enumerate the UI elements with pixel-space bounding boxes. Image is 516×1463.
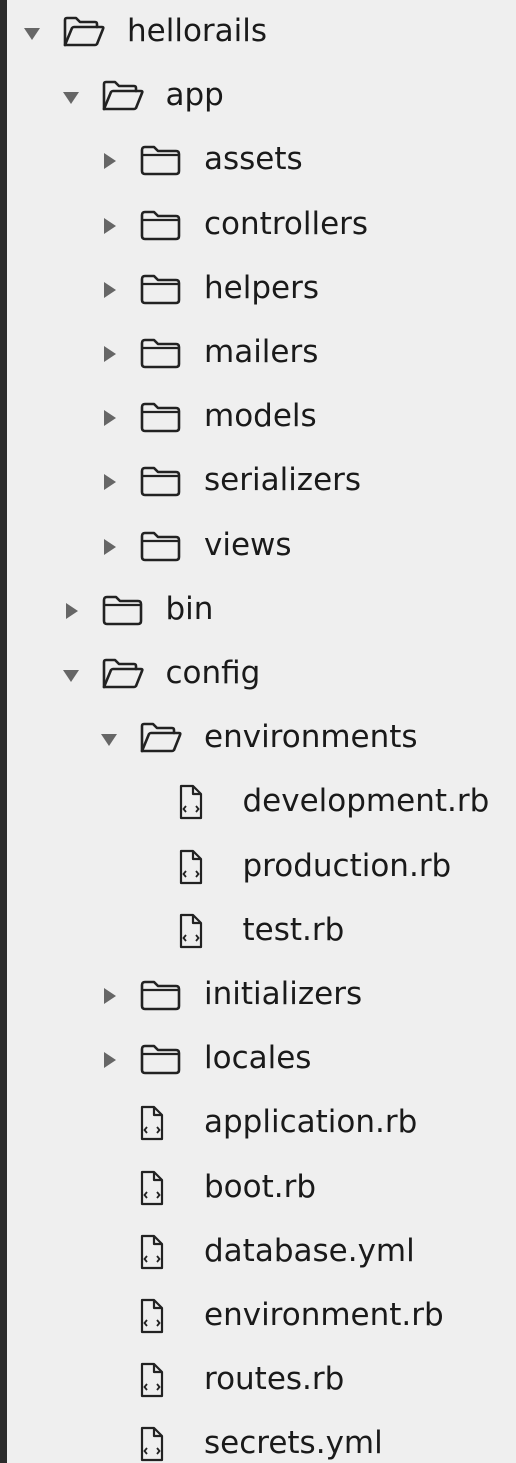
disclosure-collapsed-icon[interactable] xyxy=(98,150,120,172)
folder-item-controllers[interactable]: controllers xyxy=(7,193,516,257)
item-label: database.yml xyxy=(204,1232,415,1269)
folder-icon xyxy=(139,528,183,564)
disclosure-collapsed-icon[interactable] xyxy=(98,407,120,429)
folder-item-assets[interactable]: assets xyxy=(7,128,516,192)
folder-item-app[interactable]: app xyxy=(7,64,516,128)
source-file-icon xyxy=(178,848,204,886)
item-label: mailers xyxy=(204,334,319,370)
project-navigator: hellorails app assets controllers helpers mai… xyxy=(7,0,516,1463)
item-label: app xyxy=(165,77,224,114)
item-label: bin xyxy=(165,590,214,627)
item-label: controllers xyxy=(204,205,369,242)
folder-item-hellorails[interactable]: hellorails xyxy=(7,0,516,64)
disclosure-collapsed-icon[interactable] xyxy=(98,536,120,558)
item-label: assets xyxy=(204,141,303,178)
item-label: locales xyxy=(204,1040,312,1077)
disclosure-collapsed-icon[interactable] xyxy=(98,215,120,237)
source-file-icon xyxy=(139,1104,165,1142)
folder-icon xyxy=(139,977,183,1013)
file-item-environment-rb[interactable]: environment.rb xyxy=(7,1284,516,1348)
source-file-icon xyxy=(178,783,204,821)
item-label: initializers xyxy=(204,976,363,1012)
file-item-secrets-yml[interactable]: secrets.yml xyxy=(7,1412,516,1463)
folder-item-models[interactable]: models xyxy=(7,385,516,449)
disclosure-collapsed-icon[interactable] xyxy=(98,1049,120,1071)
file-item-boot-rb[interactable]: boot.rb xyxy=(7,1156,516,1220)
disclosure-collapsed-icon[interactable] xyxy=(98,343,120,365)
item-label: helpers xyxy=(204,269,319,306)
disclosure-collapsed-icon[interactable] xyxy=(98,471,120,493)
folder-icon xyxy=(139,463,183,499)
disclosure-expanded-icon[interactable] xyxy=(98,728,120,750)
folder-icon xyxy=(139,271,183,307)
item-label: config xyxy=(165,655,261,691)
disclosure-collapsed-icon[interactable] xyxy=(98,279,120,301)
folder-icon xyxy=(139,142,183,178)
folder-item-locales[interactable]: locales xyxy=(7,1027,516,1091)
source-file-icon xyxy=(178,912,204,950)
source-file-icon xyxy=(139,1297,165,1335)
folder-icon xyxy=(139,335,183,371)
disclosure-collapsed-icon[interactable] xyxy=(60,600,82,622)
file-item-development-rb[interactable]: development.rb xyxy=(7,770,516,834)
source-file-icon xyxy=(139,1425,165,1463)
item-label: boot.rb xyxy=(204,1168,317,1205)
item-label: routes.rb xyxy=(204,1361,345,1398)
folder-item-mailers[interactable]: mailers xyxy=(7,321,516,385)
item-label: environments xyxy=(204,719,418,756)
file-item-production-rb[interactable]: production.rb xyxy=(7,835,516,899)
folder-open-icon xyxy=(101,78,145,114)
file-item-database-yml[interactable]: database.yml xyxy=(7,1220,516,1284)
item-label: models xyxy=(204,398,317,435)
item-label: production.rb xyxy=(242,847,452,884)
folder-item-config[interactable]: config xyxy=(7,642,516,706)
folder-icon xyxy=(101,592,145,628)
folder-item-helpers[interactable]: helpers xyxy=(7,257,516,321)
folder-item-views[interactable]: views xyxy=(7,514,516,578)
folder-item-bin[interactable]: bin xyxy=(7,578,516,642)
disclosure-expanded-icon[interactable] xyxy=(60,664,82,686)
folder-item-initializers[interactable]: initializers xyxy=(7,963,516,1027)
disclosure-expanded-icon[interactable] xyxy=(60,86,82,108)
item-label: serializers xyxy=(204,462,362,499)
item-label: development.rb xyxy=(242,783,490,820)
folder-item-environments[interactable]: environments xyxy=(7,706,516,770)
item-label: hellorails xyxy=(127,13,268,49)
item-label: application.rb xyxy=(204,1104,418,1141)
disclosure-expanded-icon[interactable] xyxy=(21,22,43,44)
item-label: secrets.yml xyxy=(204,1425,383,1462)
item-label: environment.rb xyxy=(204,1297,444,1333)
folder-open-icon xyxy=(101,656,145,692)
folder-item-serializers[interactable]: serializers xyxy=(7,449,516,513)
file-item-application-rb[interactable]: application.rb xyxy=(7,1091,516,1155)
disclosure-collapsed-icon[interactable] xyxy=(98,985,120,1007)
source-file-icon xyxy=(139,1233,165,1271)
file-item-routes-rb[interactable]: routes.rb xyxy=(7,1348,516,1412)
item-label: views xyxy=(204,526,292,563)
folder-open-icon xyxy=(139,720,183,756)
file-item-test-rb[interactable]: test.rb xyxy=(7,899,516,963)
folder-icon xyxy=(139,207,183,243)
source-file-icon xyxy=(139,1169,165,1207)
folder-icon xyxy=(139,399,183,435)
folder-open-icon xyxy=(62,14,106,50)
folder-icon xyxy=(139,1041,183,1077)
item-label: test.rb xyxy=(242,911,345,948)
source-file-icon xyxy=(139,1361,165,1399)
